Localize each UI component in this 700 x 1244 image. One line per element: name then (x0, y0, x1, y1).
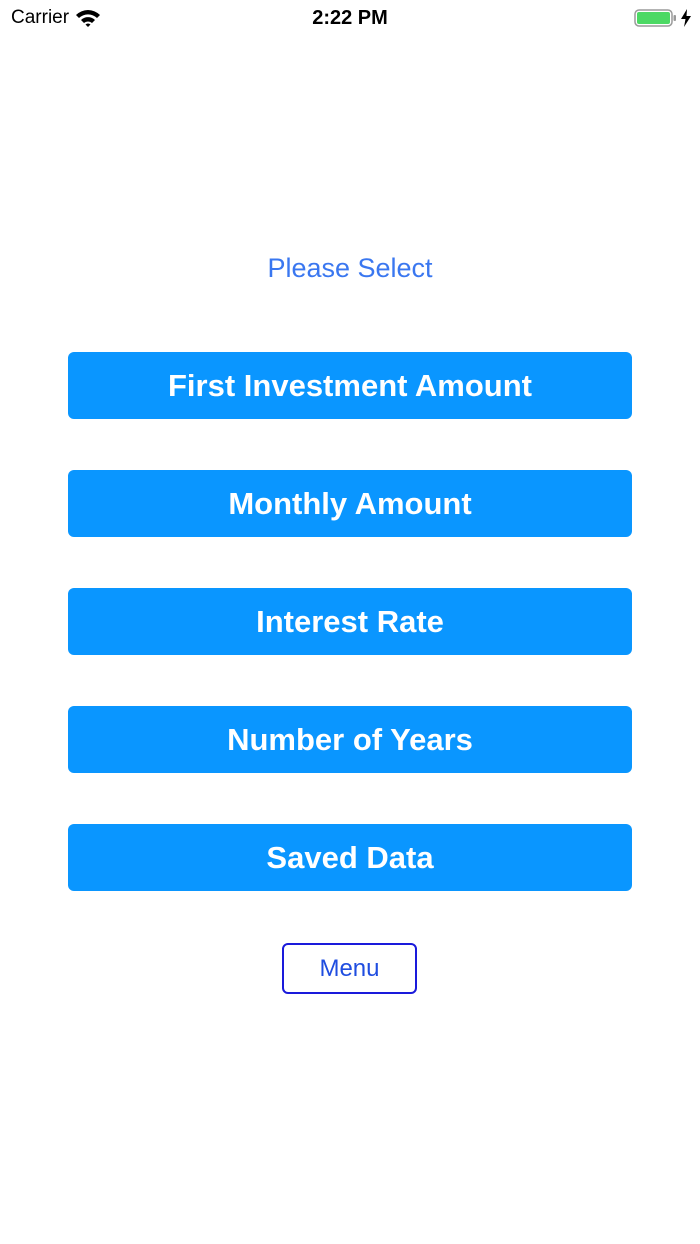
interest-rate-button[interactable]: Interest Rate (68, 588, 632, 655)
first-investment-amount-button[interactable]: First Investment Amount (68, 352, 632, 419)
monthly-amount-button[interactable]: Monthly Amount (68, 470, 632, 537)
battery-icon (634, 8, 678, 28)
option-button-list: First Investment Amount Monthly Amount I… (68, 352, 632, 942)
please-select-label: Please Select (267, 253, 433, 283)
status-time: 2:22 PM (312, 7, 388, 29)
menu-button[interactable]: Menu (282, 943, 417, 994)
bolt-icon (680, 9, 692, 27)
saved-data-button[interactable]: Saved Data (68, 824, 632, 891)
number-of-years-button[interactable]: Number of Years (68, 706, 632, 773)
battery-group (634, 8, 692, 28)
status-bar: Carrier 2:22 PM (0, 0, 700, 40)
